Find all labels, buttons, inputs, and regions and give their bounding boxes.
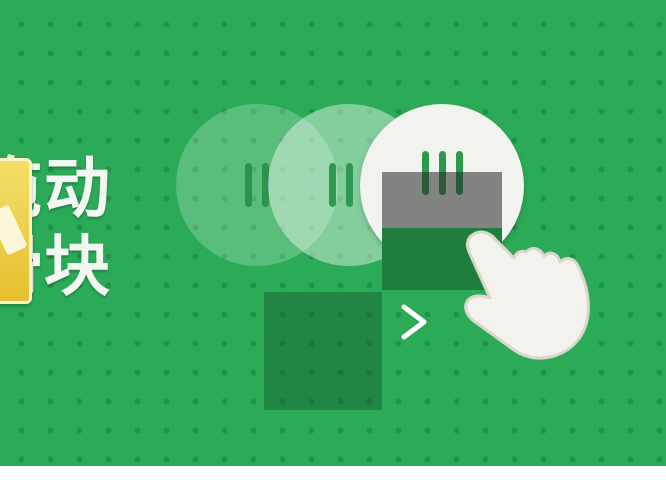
- arrow-right-icon: [203, 304, 427, 340]
- badge-icon: [0, 158, 32, 304]
- captcha-hint-panel: 拖动 滑块: [0, 0, 666, 466]
- bottom-strip: [0, 466, 666, 480]
- badge-mark: [0, 204, 28, 256]
- hand-pointer-icon: [464, 230, 590, 360]
- slider-grip-icon: [245, 163, 269, 207]
